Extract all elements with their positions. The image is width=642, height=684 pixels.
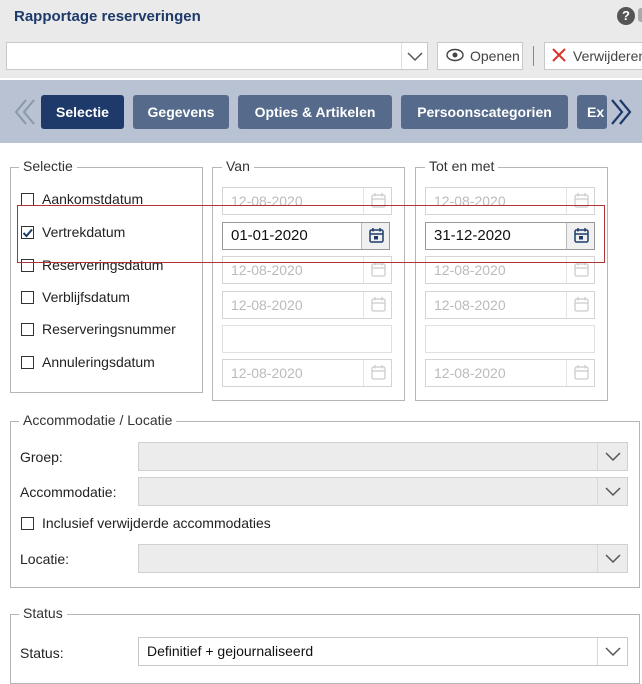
chevron-down-icon[interactable] [597,478,627,505]
checkbox-verblijfsdatum[interactable] [21,291,34,304]
help-icon[interactable]: ? [617,7,635,25]
calendar-icon[interactable] [363,292,391,318]
checkbox-annuleringsdatum[interactable] [21,356,34,369]
delete-button[interactable]: Verwijderen [544,42,642,70]
checkbox-inclusief-verwijderd[interactable] [21,517,34,530]
tab-gegevens[interactable]: Gegevens [133,95,229,129]
report-select[interactable] [6,42,428,70]
groep-select[interactable] [138,442,628,471]
close-icon[interactable] [638,8,642,22]
open-button[interactable]: Openen [437,42,523,70]
van-reserveringsnummer-input[interactable] [222,325,392,353]
calendar-icon[interactable] [566,292,594,318]
label-annuleringsdatum: Annuleringsdatum [42,354,155,370]
delete-x-icon [551,47,567,66]
tab-persoonscategorien[interactable]: Persoonscategorien [401,95,568,129]
eye-icon [446,48,464,65]
tab-opties-artikelen[interactable]: Opties & Artikelen [238,95,392,129]
chevron-down-icon[interactable] [597,443,627,470]
tot-verblijfsdatum-input[interactable]: 12-08-2020 [425,291,595,319]
window-title: Rapportage reserveringen [14,8,201,25]
accommodatie-select[interactable] [138,477,628,506]
calendar-icon[interactable] [566,360,594,386]
chevron-down-icon[interactable] [597,545,627,572]
status-select[interactable]: Definitief + gejournaliseerd [138,637,628,666]
chevron-down-icon[interactable] [401,43,427,69]
van-legend: Van [222,158,254,174]
tot-annuleringsdatum-input[interactable]: 12-08-2020 [425,359,595,387]
van-annuleringsdatum-input[interactable]: 12-08-2020 [222,359,392,387]
label-verblijfsdatum: Verblijfsdatum [42,289,130,305]
label-reserveringsnummer: Reserveringsnummer [42,321,176,337]
tab-selectie[interactable]: Selectie [41,95,124,129]
highlight-frame [17,205,605,263]
toolbar-divider [533,46,534,66]
van-verblijfsdatum-input[interactable]: 12-08-2020 [222,291,392,319]
chevron-down-icon[interactable] [597,638,627,665]
locatie-select[interactable] [138,544,628,573]
calendar-icon[interactable] [363,360,391,386]
open-button-label: Openen [470,48,520,64]
selectie-legend: Selectie [19,158,77,174]
delete-button-label: Verwijderen [573,48,642,64]
tab-prev-icon[interactable] [8,96,38,128]
tab-next-icon[interactable] [608,96,638,128]
tab-ex[interactable]: Ex [577,95,607,129]
checkbox-reserveringsnummer[interactable] [21,323,34,336]
tot-legend: Tot en met [425,158,499,174]
label-inclusief-verwijderd: Inclusief verwijderde accommodaties [42,515,271,531]
accommodatie-label: Accommodatie: [20,484,117,500]
status-legend: Status [19,605,67,621]
groep-label: Groep: [20,449,63,465]
accommodatie-legend: Accommodatie / Locatie [19,412,177,428]
tot-reserveringsnummer-input[interactable] [425,325,595,353]
locatie-label: Locatie: [20,551,70,567]
status-label: Status: [20,645,64,661]
